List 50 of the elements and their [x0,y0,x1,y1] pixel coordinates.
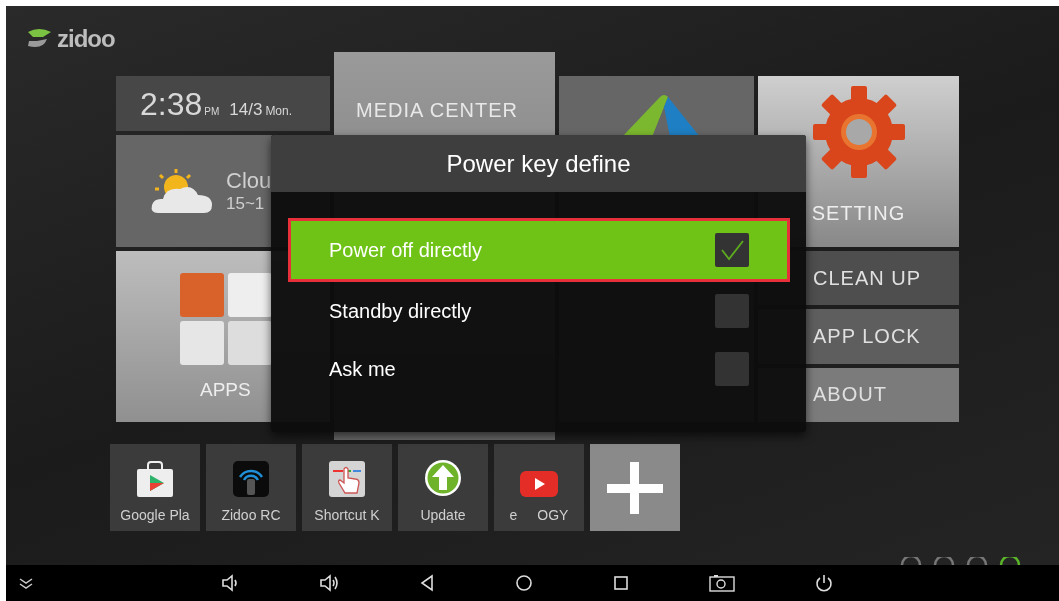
clock-weekday: Mon. [265,104,293,118]
app-shortcut-tile[interactable] [590,444,680,531]
shopping-bag-icon [135,461,175,497]
app-shortcut-tile[interactable]: Update [398,444,488,531]
app-shortcut-tile[interactable]: Google Pla [110,444,200,531]
app-label: Shortcut K [314,507,380,523]
remote-wifi-icon [233,461,269,497]
clock-date: 14/3 [229,100,263,120]
app-label: Zidoo RC [221,507,281,523]
option-label: Ask me [329,357,396,381]
clock-tile[interactable]: 2:38 PM 14/3 Mon. [116,76,330,131]
status-icon [933,557,955,565]
logo-text: zidoo [57,25,115,52]
app-label: e [509,507,518,523]
option-label: Power off directly [329,238,483,262]
apps-label: APPS [200,379,251,401]
plus-icon [607,461,663,514]
option-label: Standby directly [329,299,472,323]
media-center-label: MEDIA CENTER [356,99,519,121]
checkbox[interactable] [715,233,749,267]
app-label: OGY [537,507,569,523]
up-arrow-icon [424,459,462,497]
gear-icon [810,84,907,180]
app-label: Google Pla [120,507,190,523]
power-icon[interactable] [815,574,833,592]
status-icon [999,557,1021,565]
play-button-icon [520,471,558,497]
checkbox[interactable] [715,294,749,328]
clock-time: 2:38 [140,86,203,123]
weather-condition: Clou [226,168,272,194]
app-shortcut-tile[interactable]: Zidoo RC [206,444,296,531]
screenshot-icon[interactable] [709,574,735,592]
home-icon[interactable] [515,574,533,592]
dialog-title: Power key define [271,135,806,192]
back-icon[interactable] [419,574,435,592]
app-shortcut-tile[interactable]: Shortcut K [302,444,392,531]
checkbox[interactable] [715,352,749,386]
collapse-icon[interactable] [18,577,34,589]
volume-down-icon[interactable] [221,574,239,592]
touch-hand-icon [329,461,365,497]
app-shortcut-tile[interactable]: e OGY [494,444,584,531]
app-label: Update [420,507,466,523]
weather-temperature: 15~1 [226,194,266,214]
recents-icon[interactable] [613,575,629,591]
volume-up-icon[interactable] [319,574,339,592]
clock-ampm: PM [204,106,220,117]
status-icon [900,557,922,565]
apps-grid-icon [180,273,272,365]
setting-label: SETTING [811,202,906,225]
status-icon [966,557,988,565]
